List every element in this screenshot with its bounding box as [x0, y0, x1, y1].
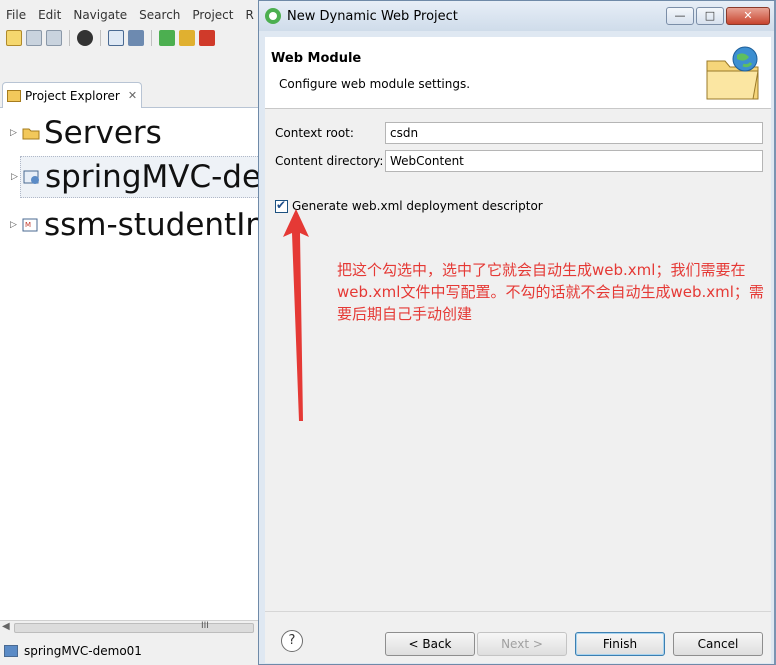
save-all-icon[interactable]: [46, 30, 62, 46]
page-description: Configure web module settings.: [279, 77, 471, 91]
scrollbar-grip: III: [201, 621, 209, 631]
project-explorer-tree: ▷ Servers ▷ springMVC-de ▷ M ssm-student…: [0, 108, 260, 620]
scrollbar-thumb[interactable]: III: [14, 621, 254, 633]
expand-icon[interactable]: ▷: [10, 128, 22, 138]
wizard-banner-icon: [703, 45, 763, 103]
toolbar-separator: [100, 30, 101, 46]
pause-icon[interactable]: [179, 30, 195, 46]
console-icon[interactable]: [108, 30, 124, 46]
menu-edit[interactable]: Edit: [32, 6, 67, 26]
content-directory-input[interactable]: [385, 150, 763, 172]
maven-project-icon: M: [22, 217, 40, 233]
status-text: springMVC-demo01: [24, 643, 142, 658]
tree-item-springmvc[interactable]: ▷ springMVC-de: [11, 156, 260, 198]
tree-item-label: ssm-studentIn: [44, 207, 260, 243]
cancel-button[interactable]: Cancel: [673, 632, 763, 656]
context-root-label: Context root:: [275, 126, 354, 140]
user-icon[interactable]: [77, 30, 93, 46]
minimize-button[interactable]: —: [666, 7, 694, 25]
menu-project[interactable]: Project: [186, 6, 239, 26]
close-icon[interactable]: ✕: [128, 89, 137, 102]
new-dynamic-web-project-dialog: New Dynamic Web Project — □ ✕ Web Module…: [258, 0, 776, 665]
expand-icon[interactable]: ▷: [11, 172, 23, 182]
project-explorer-tabbar: Project Explorer ✕: [0, 80, 260, 108]
debug-icon[interactable]: [128, 30, 144, 46]
project-explorer-icon: [7, 89, 21, 102]
status-project-icon: [4, 644, 18, 657]
tree-item-ssm[interactable]: ▷ M ssm-studentIn: [0, 204, 260, 246]
dialog-title: New Dynamic Web Project: [287, 8, 458, 24]
project-explorer-tab-label: Project Explorer: [25, 88, 120, 103]
menu-run[interactable]: R: [239, 6, 259, 26]
svg-text:M: M: [25, 221, 31, 229]
status-bar: springMVC-demo01: [0, 636, 260, 665]
toolbar-separator: [69, 30, 70, 46]
web-project-icon: [23, 169, 41, 185]
tab-project-explorer[interactable]: Project Explorer ✕: [2, 82, 142, 108]
save-icon[interactable]: [26, 30, 42, 46]
tree-item-servers[interactable]: ▷ Servers: [0, 112, 260, 154]
wizard-content: Context root: Content directory: Generat…: [265, 109, 771, 611]
finish-button[interactable]: Finish: [575, 632, 665, 656]
generate-webxml-row[interactable]: Generate web.xml deployment descriptor: [275, 198, 543, 213]
expand-icon[interactable]: ▷: [10, 220, 22, 230]
annotation-note: 把这个勾选中，选中了它就会自动生成web.xml；我们需要在web.xml文件中…: [337, 261, 764, 323]
tree-item-label: Servers: [44, 115, 162, 151]
menu-navigate[interactable]: Navigate: [67, 6, 133, 26]
context-root-input[interactable]: [385, 122, 763, 144]
run-icon[interactable]: [159, 30, 175, 46]
content-directory-label: Content directory:: [275, 154, 384, 168]
help-button[interactable]: ?: [281, 630, 303, 652]
context-root-row: Context root:: [275, 121, 763, 145]
dialog-titlebar[interactable]: New Dynamic Web Project — □ ✕: [259, 1, 774, 31]
page-title: Web Module: [271, 51, 362, 66]
maximize-button[interactable]: □: [696, 7, 724, 25]
content-directory-row: Content directory:: [275, 149, 763, 173]
toolbar-separator: [151, 30, 152, 46]
new-icon[interactable]: [6, 30, 22, 46]
menu-bar: File Edit Navigate Search Project R: [0, 6, 260, 26]
close-button[interactable]: ✕: [726, 7, 770, 25]
tree-item-label: springMVC-de: [45, 159, 260, 195]
back-button[interactable]: < Back: [385, 632, 475, 656]
main-toolbar: [0, 26, 260, 50]
folder-icon: [22, 125, 40, 141]
menu-search[interactable]: Search: [133, 6, 186, 26]
wizard-footer: ? < Back Next > Finish Cancel: [265, 611, 771, 663]
spring-icon: [265, 8, 281, 24]
annotation-arrow-icon: [283, 209, 309, 421]
wizard-header: Web Module Configure web module settings…: [265, 37, 771, 109]
scroll-left-icon[interactable]: ◀: [2, 621, 10, 632]
next-button[interactable]: Next >: [477, 632, 567, 656]
horizontal-scrollbar[interactable]: ◀ III: [0, 620, 260, 634]
stop-icon[interactable]: [199, 30, 215, 46]
menu-file[interactable]: File: [0, 6, 32, 26]
window-controls: — □ ✕: [666, 7, 770, 25]
generate-webxml-label: Generate web.xml deployment descriptor: [292, 199, 543, 213]
